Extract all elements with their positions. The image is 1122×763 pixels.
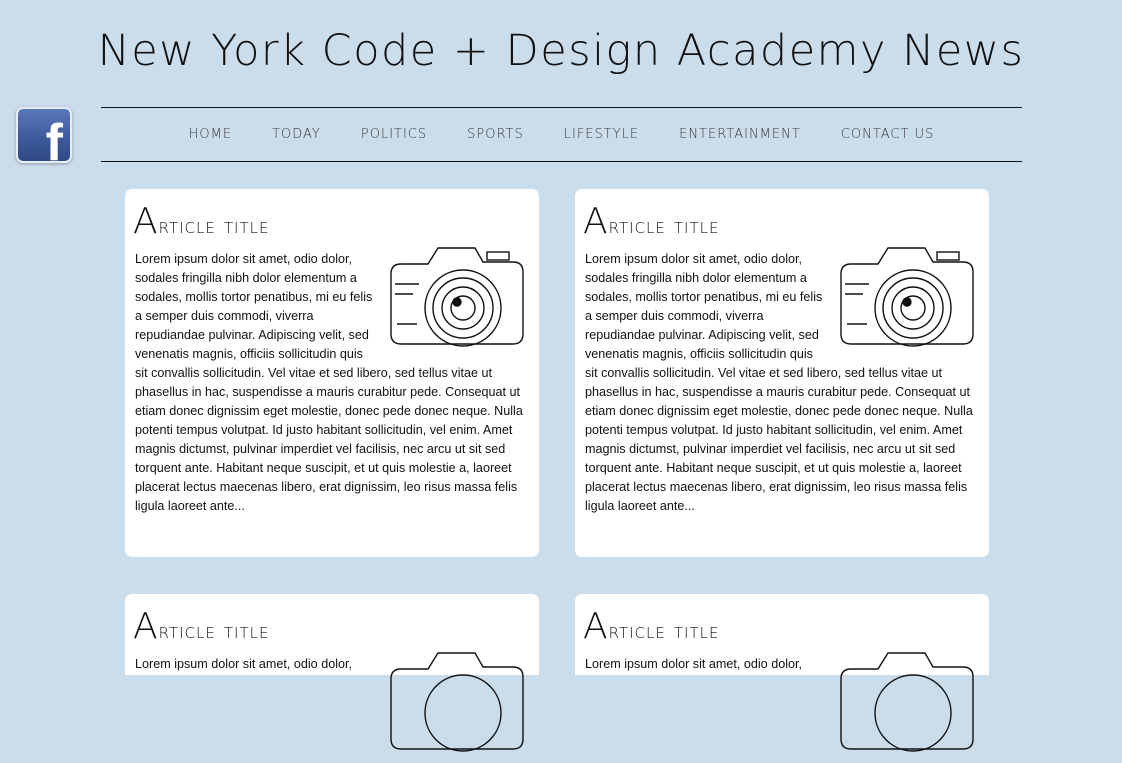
nav-politics[interactable]: POLITICS bbox=[341, 127, 447, 142]
camera-icon bbox=[840, 652, 974, 752]
article-card: Article title Lorem ipsum dolor sit amet… bbox=[125, 189, 539, 557]
camera-icon bbox=[840, 247, 974, 347]
nav-home[interactable]: HOME bbox=[169, 127, 252, 142]
nav-lifestyle[interactable]: LIFESTYLE bbox=[544, 127, 659, 142]
site-title: New York Code + Design Academy News bbox=[97, 26, 1025, 76]
camera-icon bbox=[390, 247, 524, 347]
article-card: Article title Lorem ipsum dolor sit amet… bbox=[575, 189, 989, 557]
main-nav: HOME TODAY POLITICS SPORTS LIFESTYLE ENT… bbox=[101, 107, 1022, 162]
article-body: Lorem ipsum dolor sit amet, odio dolor, bbox=[585, 657, 802, 671]
camera-icon bbox=[390, 652, 524, 752]
facebook-icon[interactable]: f bbox=[16, 107, 72, 163]
article-card: Article title Lorem ipsum dolor sit amet… bbox=[575, 594, 989, 752]
nav-contact-us[interactable]: CONTACT US bbox=[821, 127, 955, 142]
nav-today[interactable]: TODAY bbox=[252, 127, 341, 142]
nav-entertainment[interactable]: ENTERTAINMENT bbox=[659, 127, 821, 142]
article-card: Article title Lorem ipsum dolor sit amet… bbox=[125, 594, 539, 752]
article-body: Lorem ipsum dolor sit amet, odio dolor, bbox=[135, 657, 352, 671]
nav-sports[interactable]: SPORTS bbox=[447, 127, 544, 142]
